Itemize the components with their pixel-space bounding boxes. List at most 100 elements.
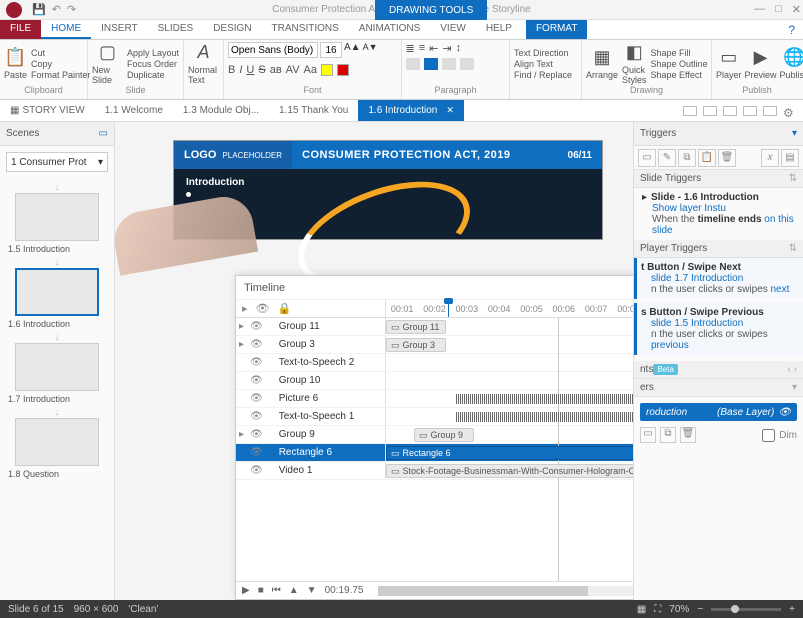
text-direction-button[interactable]: Text Direction	[514, 48, 572, 58]
normal-text-button[interactable]: ANormal Text	[188, 42, 219, 85]
align-right-button[interactable]	[442, 58, 456, 70]
paste-trigger-button[interactable]: 📋	[698, 149, 716, 167]
chevron-icon[interactable]: ⇅	[789, 173, 797, 184]
qat-redo-icon[interactable]: ↷	[67, 3, 76, 16]
highlight-button[interactable]	[321, 64, 333, 76]
quick-styles-button[interactable]: ◧Quick Styles	[622, 42, 647, 85]
base-layer-row[interactable]: roduction(Base Layer) 👁	[640, 403, 797, 421]
dim-checkbox[interactable]	[762, 429, 775, 442]
zoom-in-button[interactable]: +	[789, 604, 795, 615]
align-center-button[interactable]	[424, 58, 438, 70]
trigger-owner[interactable]: ▸ Slide - 1.6 Introduction	[642, 192, 795, 203]
new-slide-button[interactable]: ▢New Slide	[92, 42, 123, 85]
lock-header-icon[interactable]: 🔒	[278, 302, 292, 315]
stop-button[interactable]: ■	[258, 585, 264, 596]
eye-icon[interactable]: 👁	[250, 393, 263, 404]
font-name-input[interactable]	[228, 42, 318, 58]
timeline-row[interactable]: ▸ 👁 Group 3 ▭Group 3	[236, 336, 633, 354]
timeline-row[interactable]: 👁 Text-to-Speech 2	[236, 354, 633, 372]
timeline-row[interactable]: 👁 Rectangle 6 ▭Rectangle 6	[236, 444, 633, 462]
underline-button[interactable]: U	[246, 64, 254, 76]
arrange-button[interactable]: ▦Arrange	[586, 47, 618, 80]
device-desktop-icon[interactable]	[683, 106, 697, 116]
eye-icon[interactable]: 👁	[250, 375, 263, 386]
trigger-action-show-layer[interactable]: Show layer Instu	[652, 203, 795, 214]
tab-animations[interactable]: ANIMATIONS	[349, 20, 430, 39]
scenes-collapse-icon[interactable]: ▭	[99, 128, 108, 139]
font-color-button[interactable]	[337, 64, 349, 76]
eye-icon[interactable]: 👁	[250, 339, 263, 350]
eye-header-icon[interactable]: 👁	[256, 302, 270, 315]
line-spacing-button[interactable]: ↕	[456, 42, 462, 55]
timeline-clip[interactable]: ▭Stock-Footage-Businessman-With-Consumer…	[386, 464, 633, 478]
zoom-in-tl[interactable]: ▼	[307, 585, 317, 596]
timeline-clip[interactable]: ▭Rectangle 6	[386, 446, 633, 460]
eye-icon[interactable]: 👁	[250, 429, 263, 440]
case-button[interactable]: Aa	[304, 64, 317, 76]
settings-icon[interactable]: ⚙	[783, 106, 797, 116]
fit-icon[interactable]: ⛶	[654, 604, 661, 615]
zoom-slider[interactable]	[711, 608, 781, 611]
eye-icon[interactable]: 👁	[250, 411, 263, 422]
tab-file[interactable]: FILE	[0, 20, 41, 39]
audio-waveform[interactable]	[456, 394, 633, 404]
eye-icon[interactable]: 👁	[778, 407, 791, 418]
timeline-scrollbar[interactable]	[378, 586, 634, 596]
jump-prev[interactable]: slide 1.5 Introduction	[651, 318, 795, 329]
tab-slides[interactable]: SLIDES	[148, 20, 204, 39]
tab-transitions[interactable]: TRANSITIONS	[262, 20, 349, 39]
tab-format[interactable]: FORMAT	[526, 20, 587, 39]
scene-selector[interactable]: 1 Consumer Prot▾	[6, 152, 108, 172]
triggers-collapse-icon[interactable]: ▾	[792, 128, 797, 139]
player-button[interactable]: ▭Player	[716, 47, 742, 80]
indent-inc-button[interactable]: ⇥	[442, 42, 451, 55]
device-tablet-portrait-icon[interactable]	[723, 106, 737, 116]
spacing-button[interactable]: AV	[286, 64, 300, 76]
indent-dec-button[interactable]: ⇤	[429, 42, 438, 55]
device-tablet-landscape-icon[interactable]	[703, 106, 717, 116]
shape-outline-button[interactable]: Shape Outline	[651, 59, 708, 69]
shape-fill-button[interactable]: Shape Fill	[651, 48, 708, 58]
align-justify-button[interactable]	[460, 58, 474, 70]
new-layer-button[interactable]: ▭	[640, 427, 656, 443]
format-painter-button[interactable]: Format Painter	[31, 70, 91, 80]
when-click-next[interactable]: n the user clicks or swipes next	[651, 284, 795, 295]
tab-home[interactable]: HOME	[41, 20, 91, 39]
tab-slide-1-1[interactable]: 1.1 Welcome	[95, 100, 173, 121]
chevron-icon-2[interactable]: ⇅	[789, 243, 797, 254]
eye-icon[interactable]: 👁	[250, 447, 263, 458]
scene-thumb[interactable]: 1.5 Introduction	[8, 193, 106, 254]
new-trigger-button[interactable]: ▭	[638, 149, 656, 167]
find-replace-button[interactable]: Find / Replace	[514, 70, 572, 80]
scene-thumb[interactable]: 1.6 Introduction	[8, 268, 106, 329]
window-minimize[interactable]: —	[754, 3, 765, 16]
publish-button[interactable]: 🌐Publish	[780, 47, 803, 80]
copy-button[interactable]: Copy	[31, 59, 91, 69]
shadow-button[interactable]: aʙ	[270, 64, 282, 76]
bullets-button[interactable]: ≣	[406, 42, 415, 55]
app-icon[interactable]	[6, 2, 22, 18]
slide-canvas[interactable]: LOGO PLACEHOLDER CONSUMER PROTECTION ACT…	[115, 122, 633, 600]
strike-button[interactable]: S	[258, 64, 265, 76]
shape-effect-button[interactable]: Shape Effect	[651, 70, 708, 80]
cut-button[interactable]: Cut	[31, 48, 91, 58]
timeline-row[interactable]: 👁 Video 1 ▭Stock-Footage-Businessman-Wit…	[236, 462, 633, 480]
bold-button[interactable]: B	[228, 64, 235, 76]
edit-trigger-button[interactable]: ✎	[658, 149, 676, 167]
eye-icon[interactable]: 👁	[250, 357, 263, 368]
when-click-prev[interactable]: n the user clicks or swipes previous	[651, 329, 795, 351]
font-size-input[interactable]	[320, 42, 342, 58]
align-left-button[interactable]	[406, 58, 420, 70]
device-phone-landscape-icon[interactable]	[743, 106, 757, 116]
trigger-when[interactable]: When the timeline ends on this slide	[652, 214, 795, 236]
tab-view[interactable]: VIEW	[430, 20, 476, 39]
zoom-out-button[interactable]: −	[697, 604, 703, 615]
timeline-row[interactable]: 👁 Text-to-Speech 1	[236, 408, 633, 426]
play-button[interactable]: ▶	[242, 585, 250, 596]
eye-icon[interactable]: 👁	[250, 321, 263, 332]
qat-undo-icon[interactable]: ↶	[52, 3, 61, 16]
variables-button[interactable]: 𝑥	[761, 149, 779, 167]
timeline-row[interactable]: 👁 Group 10	[236, 372, 633, 390]
paste-button[interactable]: 📋Paste	[4, 47, 27, 80]
context-tab-drawing-tools[interactable]: DRAWING TOOLS	[375, 0, 487, 20]
